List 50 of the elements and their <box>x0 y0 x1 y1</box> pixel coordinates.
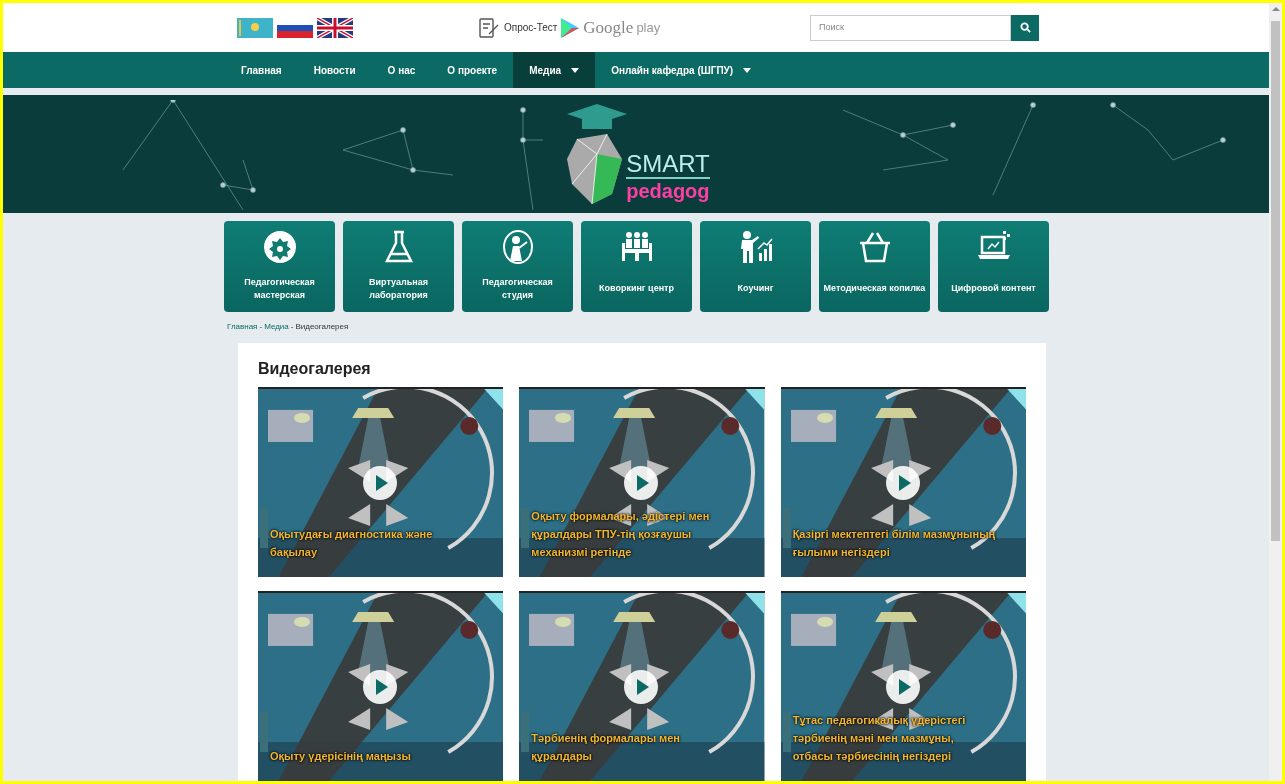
video-card[interactable]: Оқытудағы диагностика және бақылау <box>258 387 504 577</box>
nav-link[interactable]: Новости <box>297 52 372 88</box>
category-tile[interactable]: Коучинг <box>700 221 811 312</box>
search-button[interactable] <box>1011 14 1039 41</box>
survey-link[interactable]: Опрос-Тест <box>504 20 558 36</box>
tile-label: Коучинг <box>736 282 775 295</box>
breadcrumb-link[interactable]: Главная <box>227 321 258 333</box>
category-tile[interactable]: Методическая копилка <box>819 221 930 312</box>
breadcrumb-separator: - <box>259 321 263 333</box>
scrollbar[interactable] <box>1269 3 1282 781</box>
video-title: Тәрбиенің формалары мен құралдары <box>531 731 682 764</box>
play-icon[interactable] <box>623 465 660 501</box>
scroll-up-icon[interactable] <box>1271 5 1280 13</box>
tile-label: Цифровой контент <box>950 282 1037 295</box>
gallery-title: Видеогалерея <box>258 359 372 379</box>
nav-link[interactable]: О нас <box>371 52 432 88</box>
tile-label: Коворкинг центр <box>598 282 675 295</box>
nav-link[interactable]: Медиа <box>513 52 596 88</box>
nav-link[interactable]: О проекте <box>431 52 514 88</box>
logo-title: SMART <box>626 150 710 179</box>
tile-label: Педагогическая студия <box>481 275 554 302</box>
category-tile[interactable]: Виртуальная лаборатория <box>343 221 454 312</box>
video-title: Оқытудағы диагностика және бақылау <box>270 527 434 560</box>
breadcrumb-separator: - <box>290 321 294 333</box>
category-tile[interactable]: Педагогическая студия <box>462 221 573 312</box>
breadcrumb-link[interactable]: Медиа <box>264 321 289 333</box>
google-play-link[interactable]: Google play <box>559 14 661 41</box>
search-icon <box>1019 22 1031 34</box>
clipboard-pen-icon <box>477 15 501 40</box>
tile-label: Педагогическая мастерская <box>243 275 316 302</box>
uk-flag-icon[interactable] <box>317 17 353 38</box>
search-field[interactable]: Поиск <box>810 14 1011 41</box>
play-icon[interactable] <box>884 465 921 501</box>
category-tile[interactable]: Цифровой контент <box>938 221 1049 312</box>
nav-link[interactable]: Онлайн кафедра (ШГПУ) <box>595 52 768 88</box>
video-card[interactable]: Тәрбиенің формалары мен құралдары <box>519 591 765 781</box>
video-card[interactable]: Оқыту үдерісінің маңызы <box>258 591 504 781</box>
gear-icon <box>261 229 298 265</box>
play-icon[interactable] <box>362 465 398 501</box>
play-icon[interactable] <box>623 669 660 705</box>
logo-subtitle: pedagog <box>626 178 710 203</box>
nav-link[interactable]: Главная <box>225 52 298 88</box>
breadcrumb-current: Видеогалерея <box>295 321 349 333</box>
video-title: Оқыту үдерісінің маңызы <box>270 749 412 764</box>
play-icon[interactable] <box>884 669 921 705</box>
tile-label: Методическая копилка <box>822 282 927 295</box>
category-tile[interactable]: Педагогическая мастерская <box>224 221 335 312</box>
tile-label: Виртуальная лаборатория <box>368 275 429 302</box>
play-icon[interactable] <box>362 669 398 705</box>
category-tile[interactable]: Коворкинг центр <box>581 221 692 312</box>
